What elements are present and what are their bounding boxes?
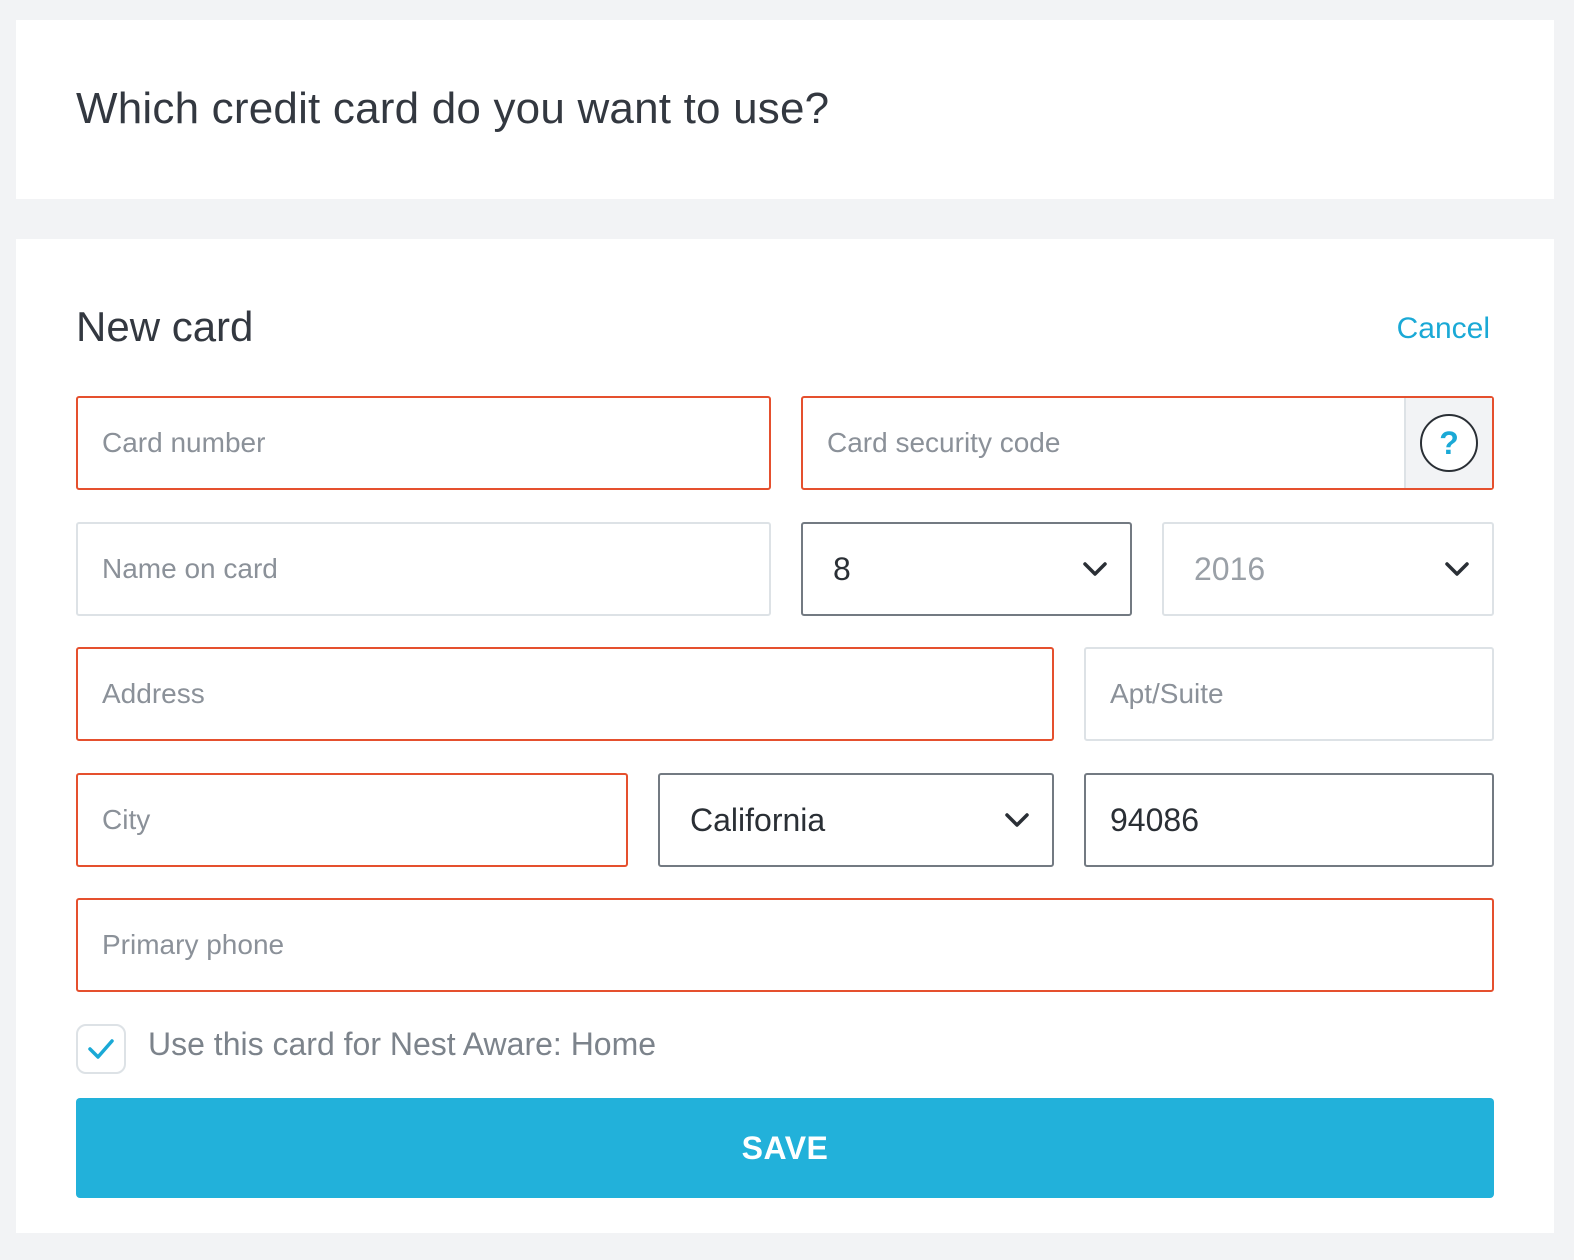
card-number-field[interactable]	[76, 396, 771, 490]
address-field[interactable]	[76, 647, 1054, 741]
security-code-help-button[interactable]: ?	[1404, 398, 1492, 488]
state-value: California	[690, 801, 826, 838]
page-question: Which credit card do you want to use?	[76, 84, 830, 133]
security-code-input[interactable]	[803, 398, 1404, 488]
city-input[interactable]	[78, 775, 626, 865]
expiration-month-value: 8	[833, 550, 851, 587]
name-on-card-input[interactable]	[78, 524, 769, 614]
chevron-down-icon	[1083, 562, 1107, 576]
question-panel: Which credit card do you want to use?	[16, 20, 1554, 199]
question-circle-icon: ?	[1420, 414, 1478, 472]
chevron-down-icon	[1005, 813, 1029, 827]
nest-aware-checkbox-label[interactable]: Use this card for Nest Aware: Home	[148, 1026, 656, 1063]
apt-suite-input[interactable]	[1086, 649, 1492, 739]
form-title: New card	[76, 303, 254, 350]
city-field[interactable]	[76, 773, 628, 867]
checkmark-icon	[88, 1039, 114, 1059]
nest-aware-checkbox[interactable]	[76, 1024, 126, 1074]
address-input[interactable]	[78, 649, 1052, 739]
state-select[interactable]: California	[658, 773, 1054, 867]
primary-phone-input[interactable]	[78, 900, 1492, 990]
card-number-input[interactable]	[78, 398, 769, 488]
zip-field[interactable]	[1084, 773, 1494, 867]
new-card-form: New card Cancel ? 8 2016 California	[16, 239, 1554, 1233]
expiration-month-select[interactable]: 8	[801, 522, 1132, 616]
apt-suite-field[interactable]	[1084, 647, 1494, 741]
name-on-card-field[interactable]	[76, 522, 771, 616]
chevron-down-icon	[1445, 562, 1469, 576]
expiration-year-select[interactable]: 2016	[1162, 522, 1494, 616]
zip-input[interactable]	[1086, 775, 1492, 865]
security-code-field[interactable]: ?	[801, 396, 1494, 490]
primary-phone-field[interactable]	[76, 898, 1494, 992]
cancel-link[interactable]: Cancel	[1397, 312, 1490, 346]
save-button[interactable]: SAVE	[76, 1098, 1494, 1198]
expiration-year-value: 2016	[1194, 550, 1266, 587]
